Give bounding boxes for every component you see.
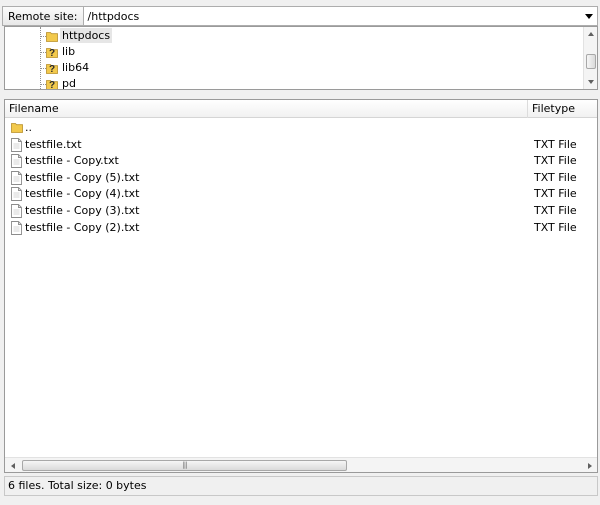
file-name: testfile - Copy (4).txt (25, 187, 140, 201)
status-bar: 6 files. Total size: 0 bytes (4, 476, 598, 496)
tree-item-label[interactable]: httpdocs (60, 28, 113, 43)
svg-text:?: ? (49, 48, 55, 58)
file-row[interactable]: testfile.txt TXT File (5, 137, 597, 153)
file-row[interactable]: testfile - Copy (2).txt TXT File (5, 220, 597, 236)
tree-item-pd[interactable]: ? pd (5, 76, 583, 90)
column-header-filename[interactable]: Filename (5, 100, 528, 118)
remote-site-label: Remote site: (2, 6, 84, 26)
text-file-icon (11, 170, 22, 185)
file-name: testfile - Copy (3).txt (25, 204, 140, 217)
folder-icon (11, 121, 23, 135)
file-list-horizontal-scrollbar[interactable]: ||| (5, 457, 597, 472)
question-folder-icon: ? (46, 46, 58, 59)
file-row[interactable]: .. (5, 120, 597, 136)
tree-item-label[interactable]: lib64 (60, 60, 91, 75)
file-type: TXT File (534, 137, 577, 151)
svg-text:?: ? (49, 64, 55, 74)
remote-path-value[interactable]: /httpdocs (88, 10, 140, 23)
folder-icon (46, 30, 58, 42)
tree-item-lib64[interactable]: ? lib64 (5, 60, 583, 76)
remote-site-bar: Remote site: /httpdocs (0, 6, 600, 26)
pane-splitter[interactable] (0, 91, 600, 99)
question-folder-icon: ? (46, 78, 58, 90)
file-type: TXT File (534, 154, 577, 168)
tree-item-label[interactable]: pd (60, 76, 78, 89)
column-header-filetype[interactable]: Filetype (528, 100, 597, 118)
file-type: TXT File (534, 170, 577, 184)
svg-text:?: ? (49, 80, 55, 90)
scroll-up-arrow-icon[interactable] (584, 27, 597, 41)
file-type: TXT File (534, 187, 577, 201)
grip-icon: ||| (182, 461, 187, 469)
remote-directory-tree[interactable]: httpdocs? lib? lib64? pd (4, 26, 598, 90)
file-row[interactable]: testfile - Copy (4).txt TXT File (5, 186, 597, 202)
tree-item-httpdocs[interactable]: httpdocs (5, 28, 583, 44)
file-list-header: Filename Filetype (5, 100, 597, 118)
tree-item-lib[interactable]: ? lib (5, 44, 583, 60)
file-row[interactable]: testfile - Copy (5).txt TXT File (5, 170, 597, 186)
text-file-icon (11, 154, 22, 169)
file-name: testfile - Copy.txt (25, 154, 119, 168)
scroll-right-arrow-icon[interactable] (582, 458, 597, 472)
file-name: testfile.txt (25, 137, 82, 151)
question-folder-icon: ? (46, 62, 58, 75)
horizontal-scroll-thumb[interactable]: ||| (22, 460, 347, 471)
text-file-icon (11, 220, 22, 235)
tree-item-label[interactable]: lib (60, 44, 77, 59)
tree-scroll-thumb[interactable] (586, 54, 596, 69)
scroll-down-arrow-icon[interactable] (584, 75, 597, 89)
file-row[interactable]: testfile - Copy.txt TXT File (5, 153, 597, 169)
text-file-icon (11, 204, 22, 218)
remote-path-combobox[interactable]: /httpdocs (83, 6, 598, 26)
file-name: testfile - Copy (5).txt (25, 170, 140, 184)
tree-vertical-scrollbar[interactable] (583, 27, 597, 89)
dropdown-arrow-icon[interactable] (584, 11, 594, 21)
scroll-left-arrow-icon[interactable] (5, 458, 20, 472)
text-file-icon (11, 187, 22, 202)
file-type: TXT File (534, 204, 577, 217)
file-name: testfile - Copy (2).txt (25, 220, 140, 234)
file-name: .. (25, 121, 32, 134)
remote-file-list[interactable]: Filename Filetype .. testfile.txt TXT File… (4, 99, 598, 473)
file-row[interactable]: testfile - Copy (3).txt TXT File (5, 203, 597, 219)
text-file-icon (11, 137, 22, 152)
file-type: TXT File (534, 220, 577, 234)
